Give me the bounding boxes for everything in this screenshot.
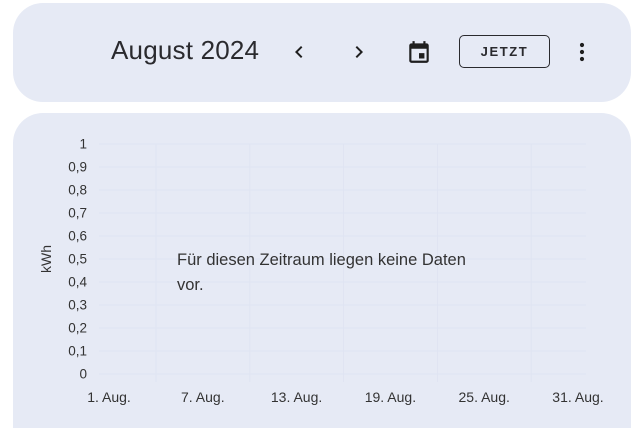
x-tick-label: 13. Aug. [271,389,322,405]
y-tick-label: 0 [79,367,87,382]
no-data-message: Für diesen Zeitraum liegen keine Daten v… [177,251,466,294]
x-tick-label: 31. Aug. [552,389,603,405]
y-tick-label: 0,7 [68,206,87,221]
y-tick-label: 0,3 [68,298,87,313]
y-tick-label: 0,8 [68,183,87,198]
y-tick-label: 0,4 [68,275,87,290]
y-tick-label: 0,6 [68,229,87,244]
y-tick-label: 1 [79,137,87,152]
energy-chart: 0 0,1 0,2 0,3 0,4 0,5 0,6 0,7 0,8 0,9 1 1. Aug. 7. … [38,137,604,406]
x-tick-label: 1. Aug. [87,389,131,405]
y-tick-label: 0,1 [68,344,87,359]
x-tick-label: 7. Aug. [181,389,225,405]
y-tick-label: 0,5 [68,252,87,267]
x-tick-label: 19. Aug. [365,389,416,405]
y-tick-label: 0,9 [68,160,87,175]
x-tick-label: 25. Aug. [459,389,510,405]
y-tick-label: 0,2 [68,321,87,336]
y-axis-label: kWh [38,245,54,273]
